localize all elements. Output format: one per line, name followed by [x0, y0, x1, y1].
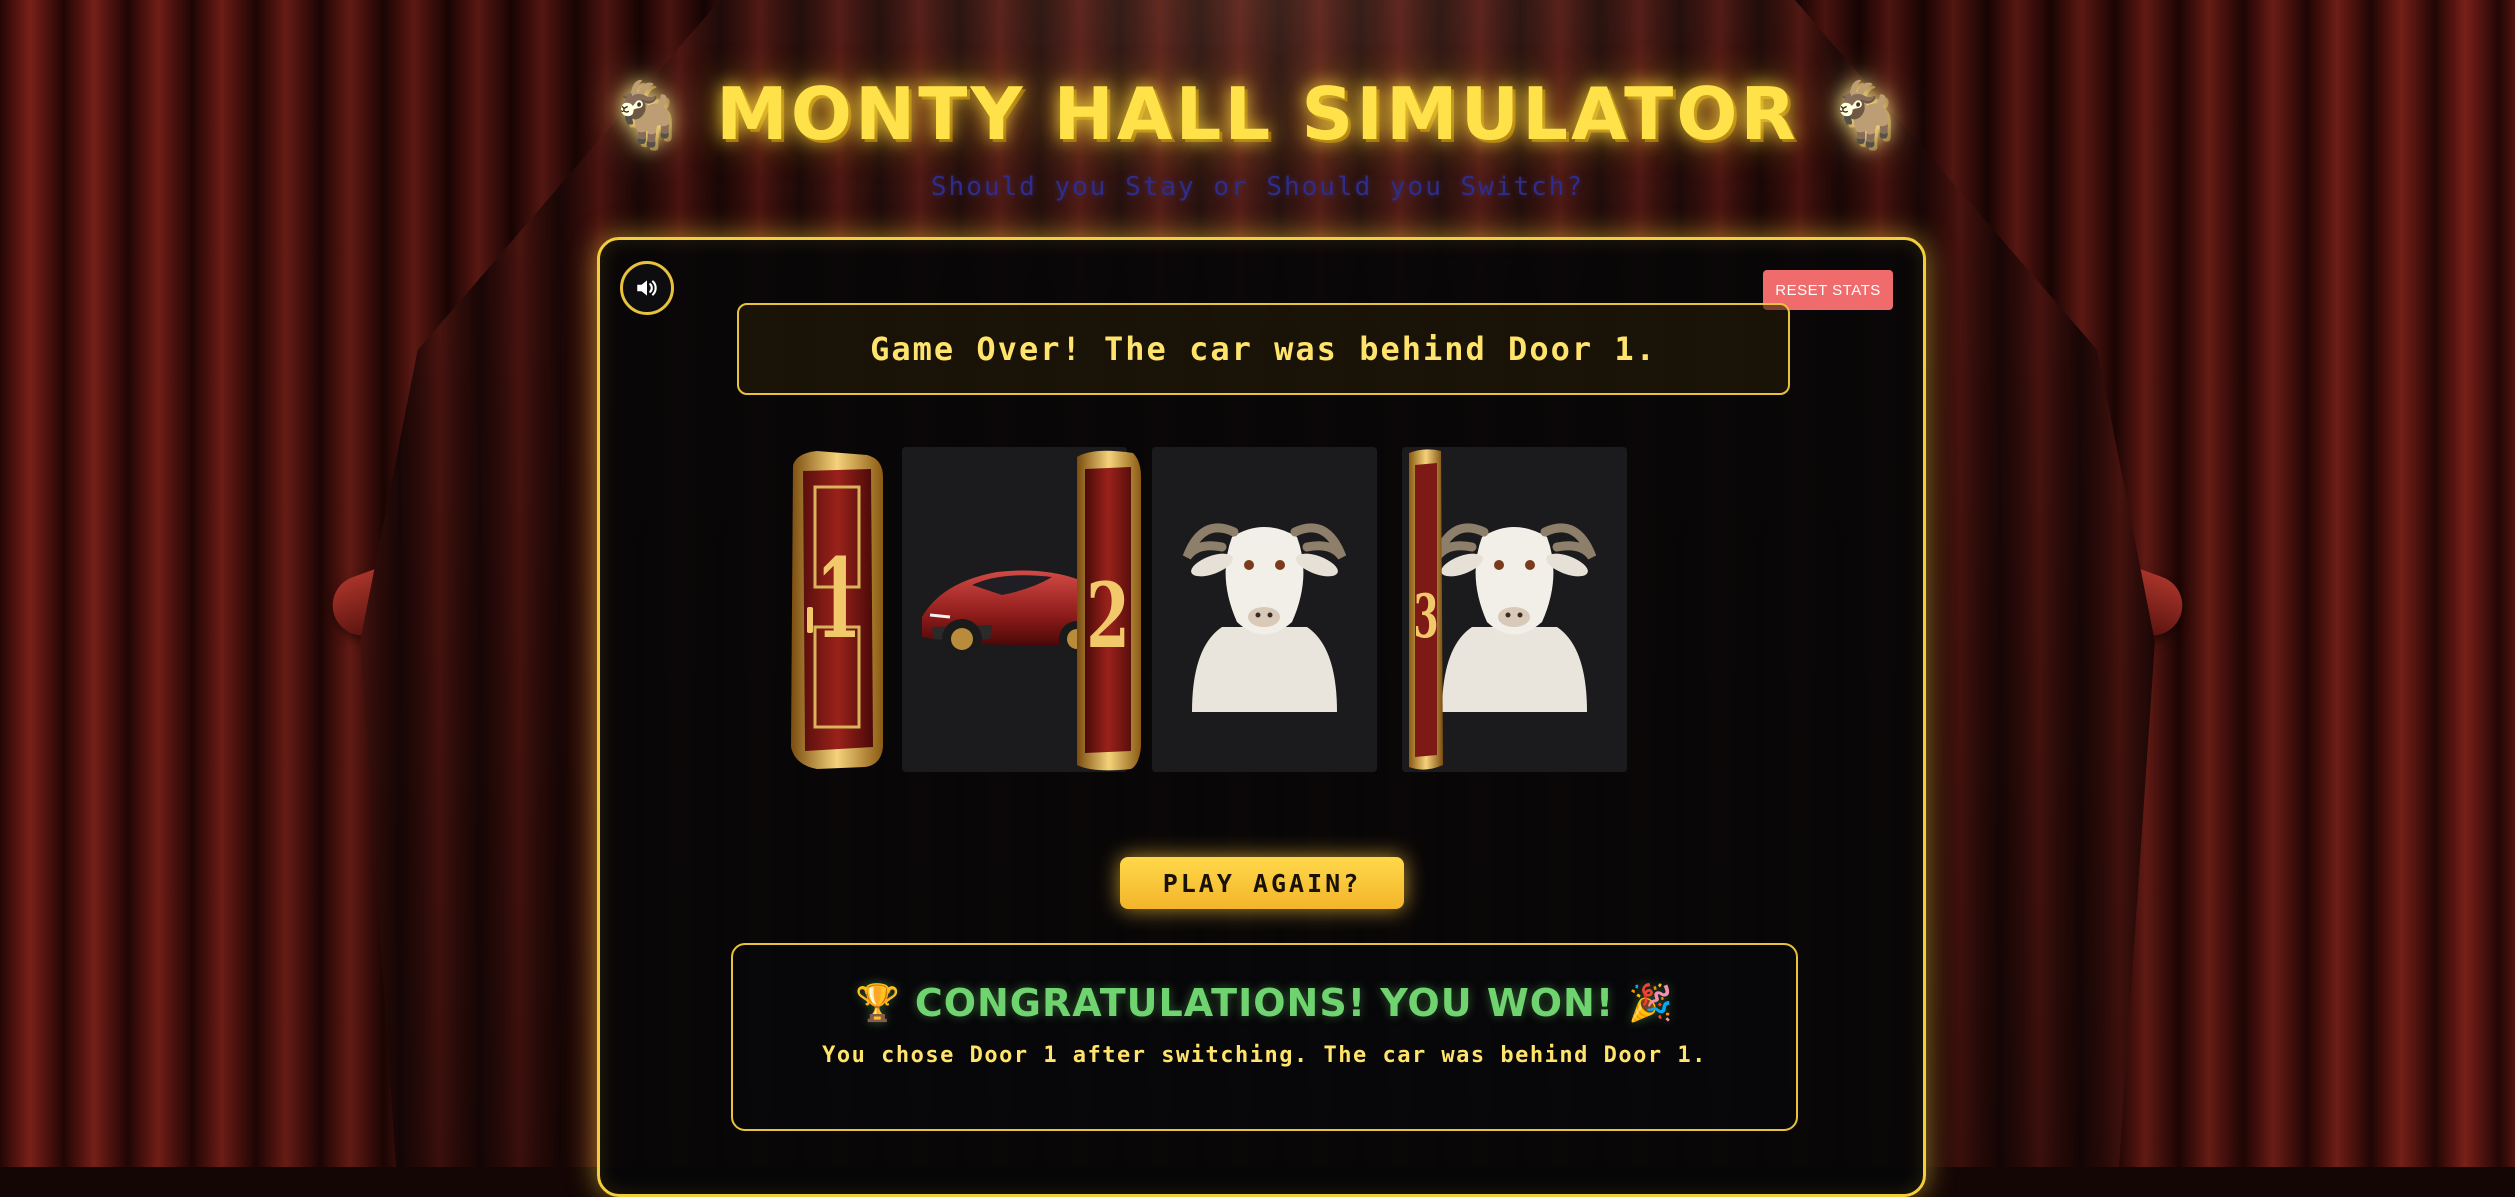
party-popper-icon: 🎉 [1628, 983, 1674, 1024]
result-heading-text: CONGRATULATIONS! YOU WON! [914, 981, 1615, 1025]
result-detail: You chose Door 1 after switching. The ca… [822, 1043, 1707, 1068]
door-3[interactable] [1402, 447, 1627, 772]
goat-image [1152, 447, 1377, 772]
goat-icon: 🐐 [1826, 77, 1908, 150]
door-2[interactable] [1152, 447, 1377, 772]
trophy-icon: 🏆 [854, 983, 901, 1024]
header: 🐐 MONTY HALL SIMULATOR 🐐 Should you Stay… [0, 72, 2515, 202]
result-panel: 🏆 CONGRATULATIONS! YOU WON! 🎉 You chose … [731, 943, 1798, 1131]
result-heading: 🏆 CONGRATULATIONS! YOU WON! 🎉 [855, 981, 1674, 1025]
title-text: MONTY HALL SIMULATOR [716, 72, 1799, 156]
game-panel: RESET STATS Game Over! The car was behin… [597, 237, 1926, 1197]
page-title: 🐐 MONTY HALL SIMULATOR 🐐 [608, 72, 1907, 156]
car-image [902, 447, 1127, 772]
door-1-panel: 1 [791, 451, 883, 769]
subtitle: Should you Stay or Should you Switch? [930, 172, 1585, 202]
svg-text:1: 1 [816, 535, 862, 664]
goat-icon: 🐐 [607, 77, 689, 150]
goat-image [1402, 447, 1627, 772]
door-1[interactable] [902, 447, 1127, 772]
play-again-button[interactable]: PLAY AGAIN? [1120, 857, 1404, 909]
